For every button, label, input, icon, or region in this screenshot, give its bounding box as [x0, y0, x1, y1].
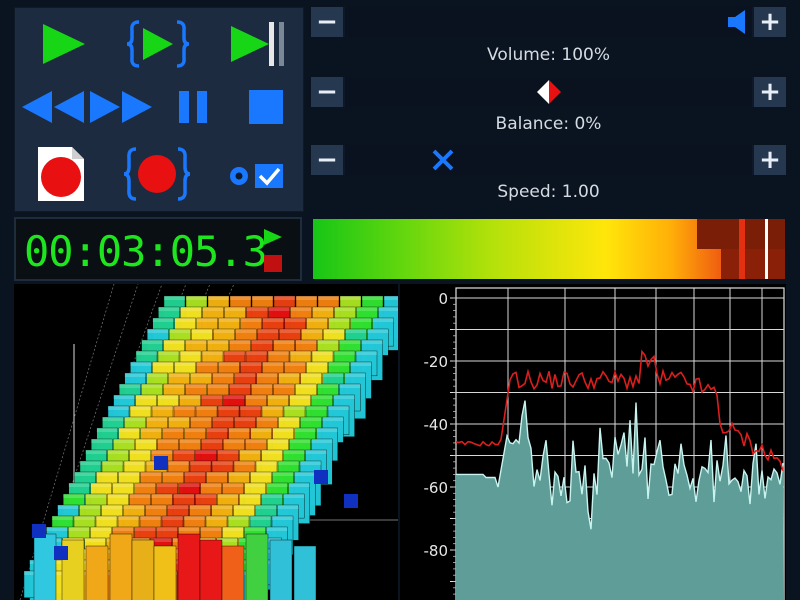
level-peak-overlay-lower — [721, 249, 785, 279]
play-loop-button[interactable] — [123, 18, 193, 70]
play-icon — [43, 24, 85, 64]
monitor-button[interactable] — [221, 158, 291, 194]
volume-speaker-icon[interactable] — [724, 7, 752, 37]
y-tick-label: -40 — [424, 416, 449, 434]
volume-increase-button[interactable]: + — [754, 7, 786, 37]
balance-label: Balance: 0% — [495, 114, 602, 134]
speed-decrease-button[interactable]: − — [311, 145, 343, 175]
level-peak-hold — [765, 219, 768, 279]
volume-slider: − + — [311, 7, 786, 37]
play-button[interactable] — [33, 18, 93, 70]
balance-slider: − + — [311, 77, 786, 107]
spectrogram-3d — [14, 284, 398, 600]
pause-button[interactable] — [171, 86, 215, 128]
y-tick-label: 0 — [438, 290, 448, 308]
volume-decrease-button[interactable]: − — [311, 7, 343, 37]
pause-icon — [179, 91, 207, 123]
balance-decrease-button[interactable]: − — [311, 77, 343, 107]
fast-forward-button[interactable] — [87, 86, 155, 128]
spectrogram-3d-canvas — [19, 284, 398, 600]
y-tick-label: -20 — [424, 353, 449, 371]
play-to-end-icon — [231, 22, 284, 66]
record-loop-button[interactable] — [121, 144, 193, 204]
spectrum-analyzer-canvas: 0 -20 -40 -60 -80 — [424, 287, 785, 600]
speed-increase-button[interactable]: + — [754, 145, 786, 175]
spectrum-analyzer: 0 -20 -40 -60 -80 — [400, 284, 786, 600]
balance-track[interactable] — [345, 77, 752, 107]
level-peak-marker — [739, 219, 745, 279]
rewind-button[interactable] — [19, 86, 87, 128]
stop-button[interactable] — [243, 86, 289, 128]
speed-track[interactable] — [345, 145, 752, 175]
speed-label: Speed: 1.00 — [497, 182, 600, 202]
transport-panel — [14, 7, 304, 212]
time-display: 00:03:05.3 — [14, 217, 302, 281]
fast-forward-icon — [90, 91, 152, 123]
y-tick-label: -80 — [424, 542, 449, 560]
y-tick-label: -60 — [424, 479, 449, 497]
monitor-check-icon — [230, 164, 283, 188]
volume-label: Volume: 100% — [487, 45, 610, 65]
speed-thumb-icon[interactable] — [428, 145, 458, 175]
rewind-icon — [22, 91, 84, 123]
play-state-icon — [264, 229, 282, 272]
play-to-end-button[interactable] — [223, 18, 293, 70]
balance-increase-button[interactable]: + — [754, 77, 786, 107]
stop-icon — [249, 90, 283, 124]
record-loop-icon — [123, 147, 191, 201]
record-to-file-button[interactable] — [29, 144, 91, 204]
balance-thumb-icon[interactable] — [534, 77, 564, 107]
time-counter: 00:03:05.3 — [24, 227, 268, 276]
volume-track[interactable] — [345, 7, 752, 37]
speed-slider: − + — [311, 145, 786, 175]
play-loop-icon — [126, 20, 190, 68]
level-meter — [313, 219, 785, 279]
record-file-icon — [38, 147, 84, 201]
